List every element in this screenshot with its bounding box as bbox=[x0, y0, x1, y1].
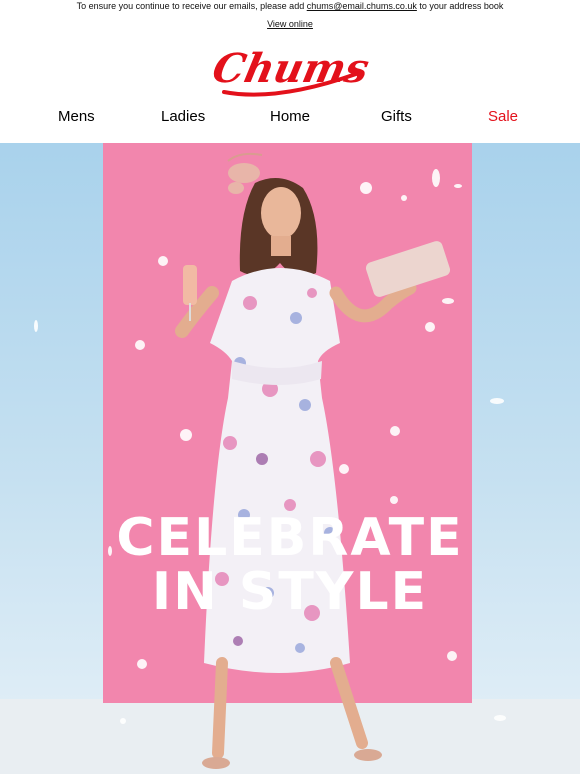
preheader-suffix: to your address book bbox=[416, 1, 504, 11]
model-figure bbox=[175, 152, 451, 769]
logo-text: Chums bbox=[208, 44, 372, 91]
view-online: View online bbox=[0, 18, 580, 30]
hero-scene-illustration bbox=[34, 152, 506, 769]
main-nav: Mens Ladies Home Gifts Sale bbox=[0, 104, 580, 132]
nav-item-home[interactable]: Home bbox=[270, 108, 310, 125]
headline-line-1: CELEBRATE bbox=[116, 508, 464, 568]
nav-item-ladies[interactable]: Ladies bbox=[161, 108, 205, 125]
hero-banner[interactable]: CELEBRATE IN STYLE bbox=[0, 143, 580, 774]
headline-line-2: IN STYLE bbox=[151, 562, 429, 622]
preheader-email-link[interactable]: chums@email.chums.co.uk bbox=[307, 1, 417, 11]
chums-logo[interactable]: Chums bbox=[206, 44, 372, 104]
nav-item-sale[interactable]: Sale bbox=[488, 108, 518, 125]
view-online-link[interactable]: View online bbox=[267, 19, 313, 29]
hero-headline: CELEBRATE IN STYLE bbox=[0, 511, 580, 619]
nav-item-gifts[interactable]: Gifts bbox=[381, 108, 412, 125]
nav-item-mens[interactable]: Mens bbox=[58, 108, 95, 125]
preheader-prefix: To ensure you continue to receive our em… bbox=[76, 1, 307, 11]
preheader-text: To ensure you continue to receive our em… bbox=[0, 0, 580, 12]
